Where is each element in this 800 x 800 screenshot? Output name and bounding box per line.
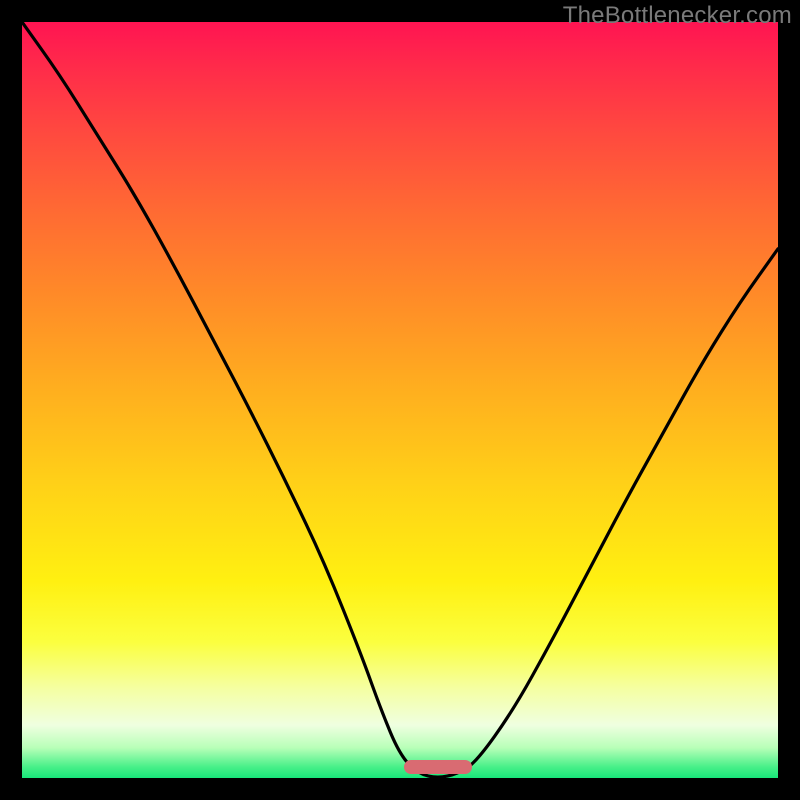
bottleneck-curve	[22, 22, 778, 778]
plot-area	[22, 22, 778, 778]
optimal-range-marker	[404, 760, 472, 774]
watermark-text: TheBottlenecker.com	[563, 2, 792, 30]
chart-frame: TheBottlenecker.com	[0, 0, 800, 800]
